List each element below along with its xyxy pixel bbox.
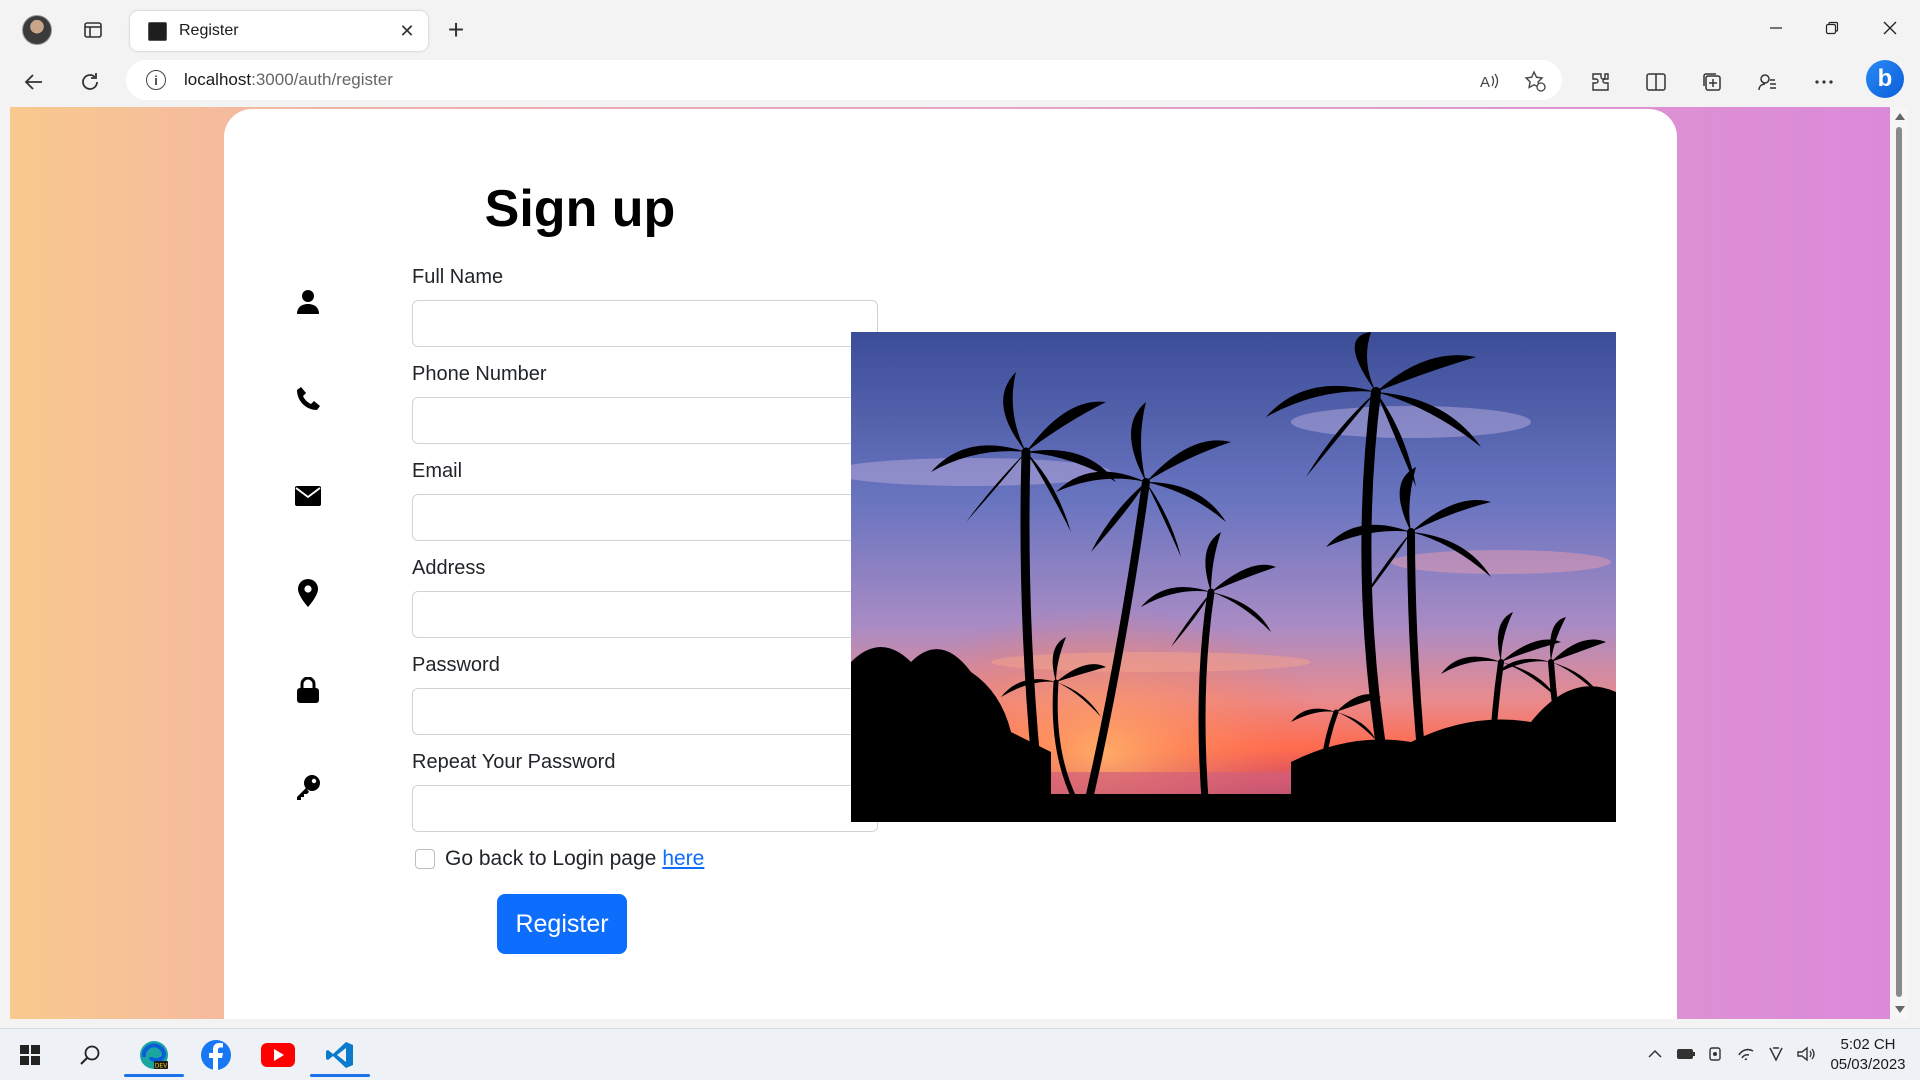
login-link[interactable]: here (662, 847, 704, 871)
battery-icon[interactable] (1675, 1043, 1697, 1065)
scroll-up-icon[interactable] (1895, 113, 1905, 120)
favorite-add-icon[interactable] (1522, 68, 1548, 94)
taskbar: DEV 5:02 CH 05/03/2023 (0, 1028, 1920, 1080)
email-label: Email (412, 460, 463, 482)
address-bar[interactable]: i localhost:3000/auth/register A (126, 60, 1562, 100)
field-email: Email (294, 460, 878, 550)
full-name-label: Full Name (412, 266, 504, 288)
page-scrollbar[interactable] (1890, 107, 1908, 1019)
page-title: Sign up (484, 180, 676, 238)
system-clock[interactable]: 5:02 CH 05/03/2023 (1820, 1035, 1916, 1075)
restore-icon[interactable] (1810, 12, 1854, 44)
collections-icon[interactable] (1696, 66, 1728, 98)
tab-register[interactable]: Register ✕ (130, 11, 428, 51)
register-button[interactable]: Register (497, 894, 627, 954)
favicon-icon (148, 21, 167, 41)
tray-overflow-icon[interactable] (1644, 1043, 1666, 1065)
phone-number-input[interactable] (412, 397, 878, 444)
wifi-icon[interactable] (1735, 1043, 1757, 1065)
new-tab-icon[interactable]: + (442, 14, 470, 45)
lock-icon (294, 676, 322, 704)
phone-icon (294, 385, 322, 413)
password-input[interactable] (412, 688, 878, 735)
field-full-name: Full Name (294, 266, 878, 356)
site-info-icon[interactable]: i (146, 70, 166, 90)
tab-title: Register (179, 22, 239, 39)
address-label: Address (412, 557, 486, 579)
tab-close-icon[interactable]: ✕ (394, 18, 420, 44)
url-text: localhost:3000/auth/register (184, 70, 393, 89)
read-aloud-icon[interactable]: A (1476, 68, 1502, 94)
browser-toolbar: i localhost:3000/auth/register A (0, 58, 1920, 106)
page-viewport: Sign up Full Name Phone Number Email Add… (10, 107, 1890, 1019)
phone-number-label: Phone Number (412, 363, 547, 385)
palm-sunset-image (851, 332, 1616, 822)
language-icon[interactable] (1765, 1043, 1787, 1065)
start-icon[interactable] (0, 1033, 60, 1077)
back-to-login-text: Go back to Login page (445, 847, 657, 870)
back-to-login-row: Go back to Login page here (415, 847, 704, 871)
search-icon[interactable] (60, 1033, 120, 1077)
more-options-icon[interactable] (1808, 66, 1840, 98)
repeat-password-input[interactable] (412, 785, 878, 832)
clock-date: 05/03/2023 (1830, 1056, 1906, 1073)
tab-actions-icon[interactable] (82, 19, 104, 41)
profile-avatar[interactable] (22, 15, 52, 45)
minimize-icon[interactable] (1754, 12, 1798, 44)
svg-text:A: A (1480, 74, 1490, 91)
split-screen-icon[interactable] (1640, 66, 1672, 98)
key-icon (294, 773, 322, 801)
facebook-icon[interactable] (186, 1033, 246, 1077)
scroll-down-icon[interactable] (1895, 1006, 1905, 1013)
vscode-icon[interactable] (310, 1033, 370, 1077)
field-password: Password (294, 654, 878, 744)
repeat-password-label: Repeat Your Password (412, 751, 616, 773)
user-icon (294, 288, 322, 316)
device-icon[interactable] (1705, 1043, 1727, 1065)
browser-essentials-icon[interactable] (1752, 66, 1784, 98)
email-input[interactable] (412, 494, 878, 541)
signup-card: Sign up Full Name Phone Number Email Add… (224, 109, 1677, 1019)
password-label: Password (412, 654, 500, 676)
close-window-icon[interactable] (1868, 12, 1912, 44)
location-pin-icon (294, 579, 322, 607)
back-icon[interactable] (18, 66, 50, 98)
address-input[interactable] (412, 591, 878, 638)
refresh-icon[interactable] (74, 66, 106, 98)
tab-bar: Register ✕ + (0, 0, 1920, 58)
youtube-icon[interactable] (248, 1033, 308, 1077)
bing-chat-icon[interactable]: b (1866, 60, 1904, 98)
extensions-icon[interactable] (1584, 66, 1616, 98)
clock-time: 5:02 CH (1840, 1036, 1896, 1053)
envelope-icon (294, 482, 322, 510)
full-name-input[interactable] (412, 300, 878, 347)
field-repeat-password: Repeat Your Password (294, 751, 878, 841)
field-phone-number: Phone Number (294, 363, 878, 453)
edge-dev-icon[interactable]: DEV (124, 1033, 184, 1077)
back-to-login-checkbox[interactable] (415, 849, 435, 869)
scroll-thumb[interactable] (1896, 127, 1902, 997)
volume-icon[interactable] (1795, 1043, 1817, 1065)
svg-text:DEV: DEV (155, 1063, 168, 1070)
field-address: Address (294, 557, 878, 647)
